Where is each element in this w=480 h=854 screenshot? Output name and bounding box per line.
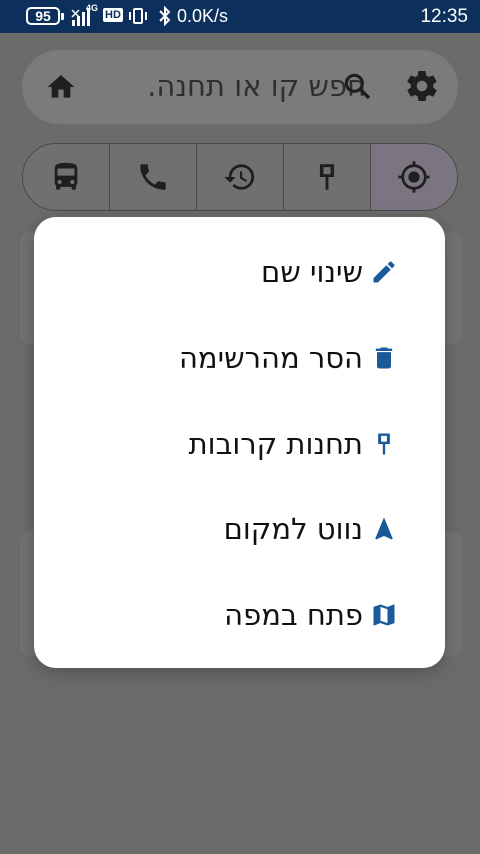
menu-item-label: נווט למקום bbox=[223, 512, 363, 546]
clock: 12:35 bbox=[420, 6, 468, 27]
bus-stop-icon bbox=[319, 164, 335, 190]
tab-bar bbox=[22, 143, 458, 211]
tab-phone[interactable] bbox=[109, 144, 196, 210]
menu-item-label: פתח במפה bbox=[224, 598, 363, 632]
bluetooth-icon bbox=[159, 5, 171, 27]
network-type: 4G bbox=[86, 3, 99, 13]
network-speed: 0.0K/s bbox=[177, 6, 229, 26]
map-icon bbox=[369, 600, 399, 630]
search-bar[interactable]: חפש קו או תחנה. bbox=[22, 50, 458, 124]
menu-item-label: תחנות קרובות bbox=[188, 427, 363, 461]
gear-icon[interactable] bbox=[404, 68, 440, 104]
tab-bus[interactable] bbox=[23, 144, 109, 210]
context-menu: שינוי שם הסר מהרשימה תחנות קרובות נווט ל… bbox=[34, 217, 445, 668]
bus-icon bbox=[54, 162, 78, 190]
home-icon[interactable] bbox=[45, 71, 77, 103]
menu-item-remove[interactable]: הסר מהרשימה bbox=[179, 338, 399, 378]
battery-tip bbox=[61, 13, 64, 20]
menu-item-open-map[interactable]: פתח במפה bbox=[224, 595, 399, 635]
menu-item-label: הסר מהרשימה bbox=[178, 341, 363, 375]
hd-badge: HD bbox=[103, 8, 123, 22]
search-placeholder[interactable]: חפש קו או תחנה. bbox=[147, 69, 366, 103]
status-bar: 95 4G HD 0.0K/s 12:35 bbox=[0, 0, 480, 33]
menu-item-label: שינוי שם bbox=[260, 255, 363, 289]
tab-stops[interactable] bbox=[283, 144, 370, 210]
navigation-arrow-icon bbox=[369, 514, 399, 544]
battery-level: 95 bbox=[35, 8, 51, 24]
menu-item-nearby-stops[interactable]: תחנות קרובות bbox=[189, 424, 399, 464]
menu-item-rename[interactable]: שינוי שם bbox=[261, 252, 399, 292]
tab-nearby[interactable] bbox=[370, 144, 457, 210]
vibrate-icon bbox=[129, 8, 147, 24]
trash-icon bbox=[369, 343, 399, 373]
battery-indicator: 95 bbox=[26, 7, 60, 25]
phone-icon bbox=[140, 164, 166, 190]
pencil-icon bbox=[369, 257, 399, 287]
history-icon bbox=[224, 164, 255, 190]
search-icon[interactable] bbox=[341, 70, 373, 102]
bus-stop-icon bbox=[369, 429, 399, 459]
my-location-icon bbox=[398, 161, 430, 193]
tab-history[interactable] bbox=[196, 144, 283, 210]
menu-item-navigate[interactable]: נווט למקום bbox=[224, 509, 399, 549]
